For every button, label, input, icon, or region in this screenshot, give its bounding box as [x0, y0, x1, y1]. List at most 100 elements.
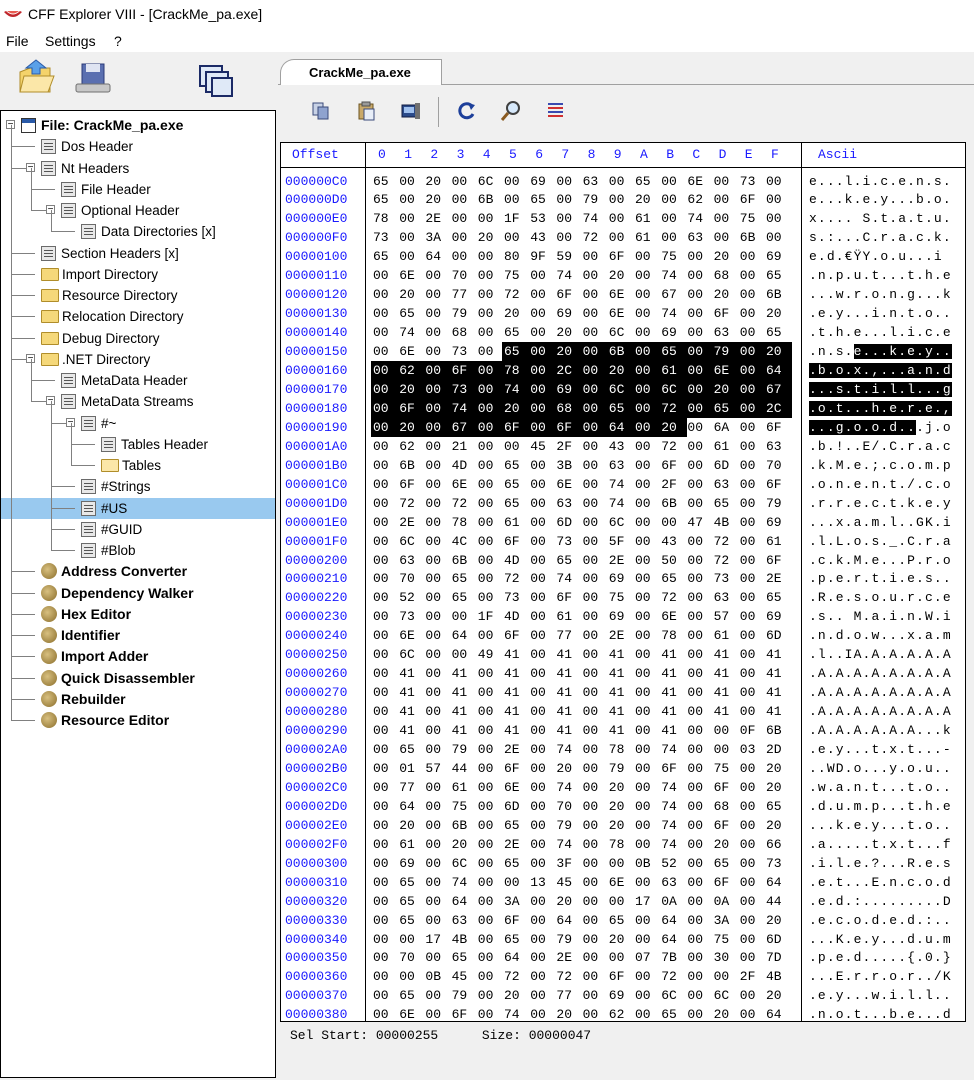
- hex-byte[interactable]: 00: [371, 816, 399, 835]
- tree-item[interactable]: Tables Header: [1, 434, 275, 455]
- hex-byte[interactable]: 6C: [450, 854, 478, 873]
- hex-byte[interactable]: 65: [502, 456, 530, 475]
- hex-ascii[interactable]: .e.y...i.n.t.o..: [809, 304, 952, 323]
- hex-byte[interactable]: 63: [554, 494, 582, 513]
- hex-ascii[interactable]: .e.t...E.n.c.o.d: [809, 873, 952, 892]
- hex-byte[interactable]: 00: [633, 740, 661, 759]
- hex-byte[interactable]: 20: [554, 759, 582, 778]
- hex-byte[interactable]: 00: [738, 475, 766, 494]
- hex-ascii[interactable]: .s.. M.a.i.n.W.i: [809, 607, 952, 626]
- hex-byte[interactable]: 00: [450, 190, 478, 209]
- hex-byte[interactable]: 00: [476, 721, 504, 740]
- hex-byte[interactable]: 6C: [606, 379, 635, 399]
- hex-byte[interactable]: 69: [397, 854, 425, 873]
- hex-byte[interactable]: 20: [764, 304, 792, 323]
- hex-byte[interactable]: 00: [476, 967, 504, 986]
- hex-ascii[interactable]: .e.c.o.d.e.d.:..: [809, 911, 952, 930]
- hex-byte[interactable]: 4B: [764, 967, 792, 986]
- hex-byte[interactable]: 00: [423, 513, 451, 532]
- hex-byte[interactable]: 64: [764, 1005, 792, 1024]
- hex-byte[interactable]: 69: [764, 607, 792, 626]
- hex-byte[interactable]: 20: [423, 172, 451, 191]
- hex-byte[interactable]: 6E: [397, 342, 425, 361]
- hex-byte[interactable]: 00: [397, 247, 425, 266]
- hex-byte[interactable]: 00: [371, 873, 399, 892]
- hex-byte[interactable]: 65: [371, 172, 399, 191]
- hex-byte[interactable]: 00: [397, 209, 425, 228]
- hex-byte[interactable]: 73: [764, 854, 792, 873]
- hex-byte[interactable]: 00: [764, 228, 792, 247]
- hex-byte[interactable]: 00: [633, 588, 661, 607]
- hex-byte[interactable]: 00: [633, 664, 661, 683]
- hex-byte[interactable]: 00: [581, 626, 609, 645]
- hex-ascii[interactable]: ..WD.o...y.o.u..: [809, 759, 952, 778]
- hex-byte[interactable]: 00: [476, 702, 504, 721]
- hex-byte[interactable]: 3A: [712, 911, 740, 930]
- hex-byte[interactable]: 00: [712, 209, 740, 228]
- hex-byte[interactable]: 00: [685, 456, 713, 475]
- hex-byte[interactable]: 00: [371, 588, 399, 607]
- hex-byte[interactable]: 4D: [450, 456, 478, 475]
- hex-byte[interactable]: 00: [633, 475, 661, 494]
- hex-byte[interactable]: 00: [450, 209, 478, 228]
- hex-ascii[interactable]: .c.k.M.e...P.r.o: [809, 551, 952, 570]
- hex-byte[interactable]: 2E: [554, 948, 582, 967]
- hex-byte[interactable]: 3F: [554, 854, 582, 873]
- hex-byte[interactable]: 20: [423, 190, 451, 209]
- hex-byte[interactable]: 20: [476, 228, 504, 247]
- hex-byte[interactable]: 00: [633, 873, 661, 892]
- hex-byte[interactable]: 65: [606, 398, 635, 418]
- hex-byte[interactable]: 00: [685, 588, 713, 607]
- hex-byte[interactable]: 00: [476, 948, 504, 967]
- hex-byte[interactable]: 1F: [502, 209, 530, 228]
- menu-settings[interactable]: Settings: [45, 33, 96, 49]
- hex-byte[interactable]: 00: [528, 323, 556, 342]
- hex-byte[interactable]: 6D: [502, 797, 530, 816]
- hex-byte[interactable]: 00: [737, 361, 766, 380]
- hex-byte[interactable]: 00: [738, 456, 766, 475]
- hex-byte[interactable]: 00: [738, 418, 766, 437]
- hex-byte[interactable]: 50: [659, 551, 687, 570]
- hex-byte[interactable]: 41: [502, 702, 530, 721]
- hex-byte[interactable]: 65: [502, 816, 530, 835]
- hex-byte[interactable]: 70: [450, 266, 478, 285]
- hex-byte[interactable]: 00: [580, 342, 609, 362]
- hex-byte[interactable]: 00: [738, 702, 766, 721]
- hex-byte[interactable]: 41: [450, 702, 478, 721]
- hex-byte[interactable]: 5F: [607, 532, 635, 551]
- hex-byte[interactable]: 00: [581, 702, 609, 721]
- hex-byte[interactable]: 73: [397, 607, 425, 626]
- hex-byte[interactable]: 77: [554, 626, 582, 645]
- hex-byte[interactable]: 00: [528, 417, 557, 437]
- hex-byte[interactable]: 00: [738, 304, 766, 323]
- hex-byte[interactable]: 00: [371, 456, 399, 475]
- hex-byte[interactable]: 45: [554, 873, 582, 892]
- hex-byte[interactable]: 74: [659, 835, 687, 854]
- hex-byte[interactable]: 6F: [659, 759, 687, 778]
- tree-item[interactable]: Resource Editor: [1, 710, 275, 731]
- hex-byte[interactable]: 00: [371, 854, 399, 873]
- hex-byte[interactable]: 63: [712, 475, 740, 494]
- hex-byte[interactable]: 20: [450, 835, 478, 854]
- hex-ascii[interactable]: .o.n.e.n.t./.c.o: [809, 475, 952, 494]
- hex-byte[interactable]: 00: [528, 892, 556, 911]
- hex-byte[interactable]: 0A: [712, 892, 740, 911]
- hex-byte[interactable]: 00: [685, 835, 713, 854]
- hex-byte[interactable]: 2E: [423, 209, 451, 228]
- tree-item[interactable]: −MetaData Streams: [1, 391, 275, 412]
- hex-byte[interactable]: 00: [423, 664, 451, 683]
- hex-byte[interactable]: 63: [685, 228, 713, 247]
- hex-byte[interactable]: 00: [581, 664, 609, 683]
- hex-byte[interactable]: 00: [476, 588, 504, 607]
- hex-byte[interactable]: 68: [712, 797, 740, 816]
- hex-byte[interactable]: 00: [633, 532, 661, 551]
- hex-byte[interactable]: 72: [502, 285, 530, 304]
- hex-byte[interactable]: 00: [371, 342, 399, 361]
- hex-byte[interactable]: 00: [581, 456, 609, 475]
- hex-byte[interactable]: 65: [502, 494, 530, 513]
- hex-byte[interactable]: 00: [528, 740, 556, 759]
- hex-byte[interactable]: 63: [450, 911, 478, 930]
- hex-ascii[interactable]: .n.s.e...k.e.y..: [809, 342, 952, 361]
- hex-byte[interactable]: 00: [738, 626, 766, 645]
- hex-byte[interactable]: 00: [423, 797, 451, 816]
